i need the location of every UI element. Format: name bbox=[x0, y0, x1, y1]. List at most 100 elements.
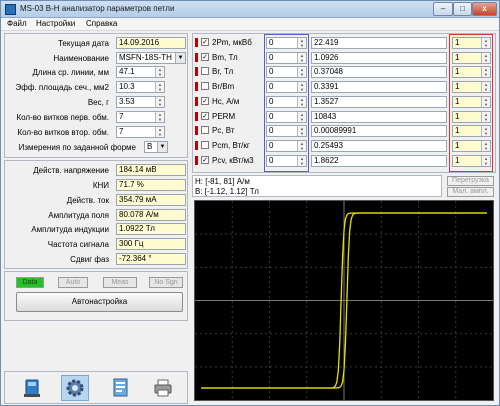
result-checkbox[interactable] bbox=[201, 67, 209, 75]
result-right-spinner[interactable]: 1 ▲ ▼ bbox=[452, 96, 491, 108]
device-icon[interactable] bbox=[18, 375, 46, 401]
printer-icon[interactable] bbox=[149, 375, 177, 401]
series-color-marker bbox=[195, 156, 198, 165]
result-value: 1.0926 bbox=[311, 52, 447, 64]
param-label-length: Длина ср. линии, мм bbox=[32, 68, 109, 77]
secondary-turns-spinner[interactable]: ▲ ▼ bbox=[155, 127, 164, 137]
secondary-turns-field[interactable]: 7 ▲ ▼ bbox=[116, 126, 165, 138]
form-select[interactable]: B ▼ bbox=[144, 141, 168, 153]
meas-label-current: Действ. ток bbox=[66, 196, 109, 205]
result-left-spinner[interactable]: 0 ▲ ▼ bbox=[266, 37, 307, 49]
result-checkbox[interactable]: ✓ bbox=[201, 97, 209, 105]
series-color-marker bbox=[195, 112, 198, 121]
result-checkbox[interactable]: ✓ bbox=[201, 156, 209, 164]
result-left-spinner[interactable]: 0 ▲ ▼ bbox=[266, 155, 307, 167]
result-label: Pcm, Вт/кг bbox=[212, 141, 250, 150]
result-right-spinner-value: 1 bbox=[455, 156, 460, 165]
menu-settings[interactable]: Настройки bbox=[36, 19, 75, 28]
spin-arrows-icon[interactable]: ▲ ▼ bbox=[481, 112, 490, 122]
frequency-value: 300 Гц bbox=[116, 238, 186, 250]
spin-arrows-icon[interactable]: ▲ ▼ bbox=[297, 156, 306, 166]
spin-arrows-icon[interactable]: ▲ ▼ bbox=[481, 97, 490, 107]
meas-label-voltage: Действ. напряжение bbox=[33, 166, 109, 175]
name-select[interactable]: MSFN-18S-TH ▼ bbox=[116, 52, 186, 64]
result-label: 2Pm, мкВб bbox=[212, 38, 252, 47]
spin-arrows-icon[interactable]: ▲ ▼ bbox=[481, 38, 490, 48]
status-data: Data bbox=[16, 277, 44, 288]
length-spinner[interactable]: ▲ ▼ bbox=[155, 67, 164, 77]
result-left-spinner[interactable]: 0 ▲ ▼ bbox=[266, 52, 307, 64]
spin-arrows-icon[interactable]: ▲ ▼ bbox=[297, 53, 306, 63]
result-checkbox[interactable] bbox=[201, 82, 209, 90]
result-left-spinner[interactable]: 0 ▲ ▼ bbox=[266, 96, 307, 108]
result-right-spinner[interactable]: 1 ▲ ▼ bbox=[452, 66, 491, 78]
area-spinner[interactable]: ▲ ▼ bbox=[155, 82, 164, 92]
primary-turns-field[interactable]: 7 ▲ ▼ bbox=[116, 111, 165, 123]
spin-arrows-icon[interactable]: ▲ ▼ bbox=[297, 38, 306, 48]
menu-help[interactable]: Справка bbox=[86, 19, 117, 28]
result-left-spinner[interactable]: 0 ▲ ▼ bbox=[266, 66, 307, 78]
result-right-spinner[interactable]: 1 ▲ ▼ bbox=[452, 125, 491, 137]
result-value: 0.3391 bbox=[311, 81, 447, 93]
spin-arrows-icon[interactable]: ▲ ▼ bbox=[297, 126, 306, 136]
result-right-spinner[interactable]: 1 ▲ ▼ bbox=[452, 111, 491, 123]
hysteresis-plot bbox=[195, 201, 493, 400]
result-right-spinner-value: 1 bbox=[455, 112, 460, 121]
spin-arrows-icon[interactable]: ▲ ▼ bbox=[481, 126, 490, 136]
result-checkbox[interactable] bbox=[201, 126, 209, 134]
chevron-down-icon[interactable]: ▼ bbox=[175, 53, 185, 63]
spin-arrows-icon[interactable]: ▲ ▼ bbox=[297, 141, 306, 151]
primary-turns-spinner[interactable]: ▲ ▼ bbox=[155, 112, 164, 122]
date-field[interactable]: 14.09.2016 bbox=[116, 37, 186, 49]
close-button[interactable]: x bbox=[472, 2, 497, 16]
weight-field[interactable]: 3.53 ▲ ▼ bbox=[116, 96, 165, 108]
result-left-spinner-value: 0 bbox=[269, 38, 274, 47]
menu-bar: Файл Настройки Справка bbox=[1, 18, 499, 31]
autoset-button[interactable]: Автонастройка bbox=[16, 292, 183, 312]
chevron-down-icon[interactable]: ▼ bbox=[157, 142, 167, 152]
result-checkbox[interactable]: ✓ bbox=[201, 53, 209, 61]
spin-arrows-icon[interactable]: ▲ ▼ bbox=[297, 67, 306, 77]
maximize-button[interactable]: □ bbox=[453, 2, 472, 16]
result-checkbox[interactable]: ✓ bbox=[201, 38, 209, 46]
spin-arrows-icon[interactable]: ▲ ▼ bbox=[481, 53, 490, 63]
document-icon[interactable] bbox=[107, 375, 135, 401]
status-auto: Auto bbox=[58, 277, 88, 288]
minimize-button[interactable]: – bbox=[433, 2, 453, 16]
result-checkbox[interactable]: ✓ bbox=[201, 112, 209, 120]
hysteresis-scope bbox=[194, 200, 494, 401]
result-left-spinner-value: 0 bbox=[269, 82, 274, 91]
gear-icon[interactable] bbox=[61, 375, 89, 401]
spin-arrows-icon[interactable]: ▲ ▼ bbox=[481, 141, 490, 151]
spin-arrows-icon[interactable]: ▲ ▼ bbox=[481, 156, 490, 166]
result-left-spinner[interactable]: 0 ▲ ▼ bbox=[266, 125, 307, 137]
result-right-spinner[interactable]: 1 ▲ ▼ bbox=[452, 155, 491, 167]
result-value: 1.8622 bbox=[311, 155, 447, 167]
name-select-value: MSFN-18S-TH bbox=[119, 53, 172, 62]
app-icon bbox=[5, 4, 16, 15]
series-color-marker bbox=[195, 141, 198, 150]
result-left-spinner[interactable]: 0 ▲ ▼ bbox=[266, 111, 307, 123]
result-right-spinner-value: 1 bbox=[455, 82, 460, 91]
spin-arrows-icon[interactable]: ▲ ▼ bbox=[481, 82, 490, 92]
result-right-spinner[interactable]: 1 ▲ ▼ bbox=[452, 81, 491, 93]
result-right-spinner[interactable]: 1 ▲ ▼ bbox=[452, 37, 491, 49]
result-left-spinner-value: 0 bbox=[269, 53, 274, 62]
result-right-spinner[interactable]: 1 ▲ ▼ bbox=[452, 140, 491, 152]
result-left-spinner[interactable]: 0 ▲ ▼ bbox=[266, 81, 307, 93]
spin-arrows-icon[interactable]: ▲ ▼ bbox=[481, 67, 490, 77]
length-field[interactable]: 47.1 ▲ ▼ bbox=[116, 66, 165, 78]
voltage-value: 184.14 мВ bbox=[116, 164, 186, 176]
result-checkbox[interactable] bbox=[201, 141, 209, 149]
result-right-spinner-value: 1 bbox=[455, 38, 460, 47]
result-left-spinner[interactable]: 0 ▲ ▼ bbox=[266, 140, 307, 152]
weight-spinner[interactable]: ▲ ▼ bbox=[155, 97, 164, 107]
weight-value: 3.53 bbox=[119, 97, 135, 106]
area-field[interactable]: 10.3 ▲ ▼ bbox=[116, 81, 165, 93]
menu-file[interactable]: Файл bbox=[7, 19, 27, 28]
result-right-spinner[interactable]: 1 ▲ ▼ bbox=[452, 52, 491, 64]
spin-arrows-icon[interactable]: ▲ ▼ bbox=[297, 112, 306, 122]
meas-label-phase: Сдвиг фаз bbox=[70, 255, 109, 264]
spin-arrows-icon[interactable]: ▲ ▼ bbox=[297, 97, 306, 107]
spin-arrows-icon[interactable]: ▲ ▼ bbox=[297, 82, 306, 92]
